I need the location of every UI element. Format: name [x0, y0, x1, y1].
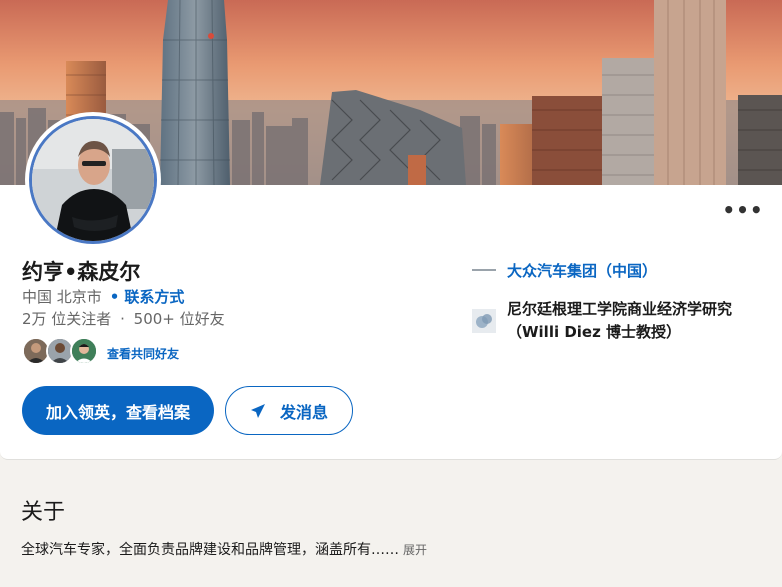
profile-avatar[interactable]: [25, 112, 161, 248]
profile-card: ••• 约亨•森皮尔 中国 北京市 • 联系方式 2万 位关注者 · 500+ 位好…: [0, 0, 782, 460]
location-row: 中国 北京市 • 联系方式: [22, 286, 184, 307]
send-message-button[interactable]: 发消息: [225, 386, 353, 435]
company-name[interactable]: 大众汽车集团（中国）: [507, 260, 657, 281]
company-logo: [472, 259, 496, 281]
join-view-profile-button[interactable]: 加入领英，查看档案: [22, 386, 214, 435]
school-name[interactable]: 尼尔廷根理工学院商业经济学研究（Willi Diez 博士教授）: [507, 298, 762, 344]
contact-info-link[interactable]: 联系方式: [124, 288, 184, 306]
profile-name: 约亨•森皮尔: [22, 260, 141, 284]
location-text: 中国 北京市: [22, 288, 102, 306]
connections-count: 500+ 位好友: [133, 310, 225, 328]
send-icon: [250, 403, 266, 419]
mutual-faces: [22, 337, 102, 367]
send-message-label: 发消息: [279, 402, 328, 422]
bullet-separator: •: [109, 288, 120, 306]
stats-separator: ·: [120, 310, 125, 328]
mutual-connections[interactable]: 查看共同好友: [22, 337, 179, 367]
school-logo: [472, 309, 496, 333]
about-text: 全球汽车专家，全面负责品牌建设和品牌管理，涵盖所有……: [21, 542, 399, 558]
education[interactable]: 尼尔廷根理工学院商业经济学研究（Willi Diez 博士教授）: [472, 298, 762, 344]
more-options-button[interactable]: •••: [722, 197, 764, 223]
current-company[interactable]: 大众汽车集团（中国）: [472, 259, 657, 281]
about-summary: 全球汽车专家，全面负责品牌建设和品牌管理，涵盖所有…… 展开: [21, 539, 427, 559]
expand-link[interactable]: 展开: [403, 543, 427, 557]
view-mutual-link[interactable]: 查看共同好友: [107, 345, 179, 362]
about-heading: 关于: [21, 500, 66, 525]
mutual-avatar: [70, 337, 98, 365]
more-icon: •••: [722, 198, 764, 222]
followers-count: 2万 位关注者: [22, 310, 112, 328]
follow-stats: 2万 位关注者 · 500+ 位好友: [22, 308, 225, 329]
